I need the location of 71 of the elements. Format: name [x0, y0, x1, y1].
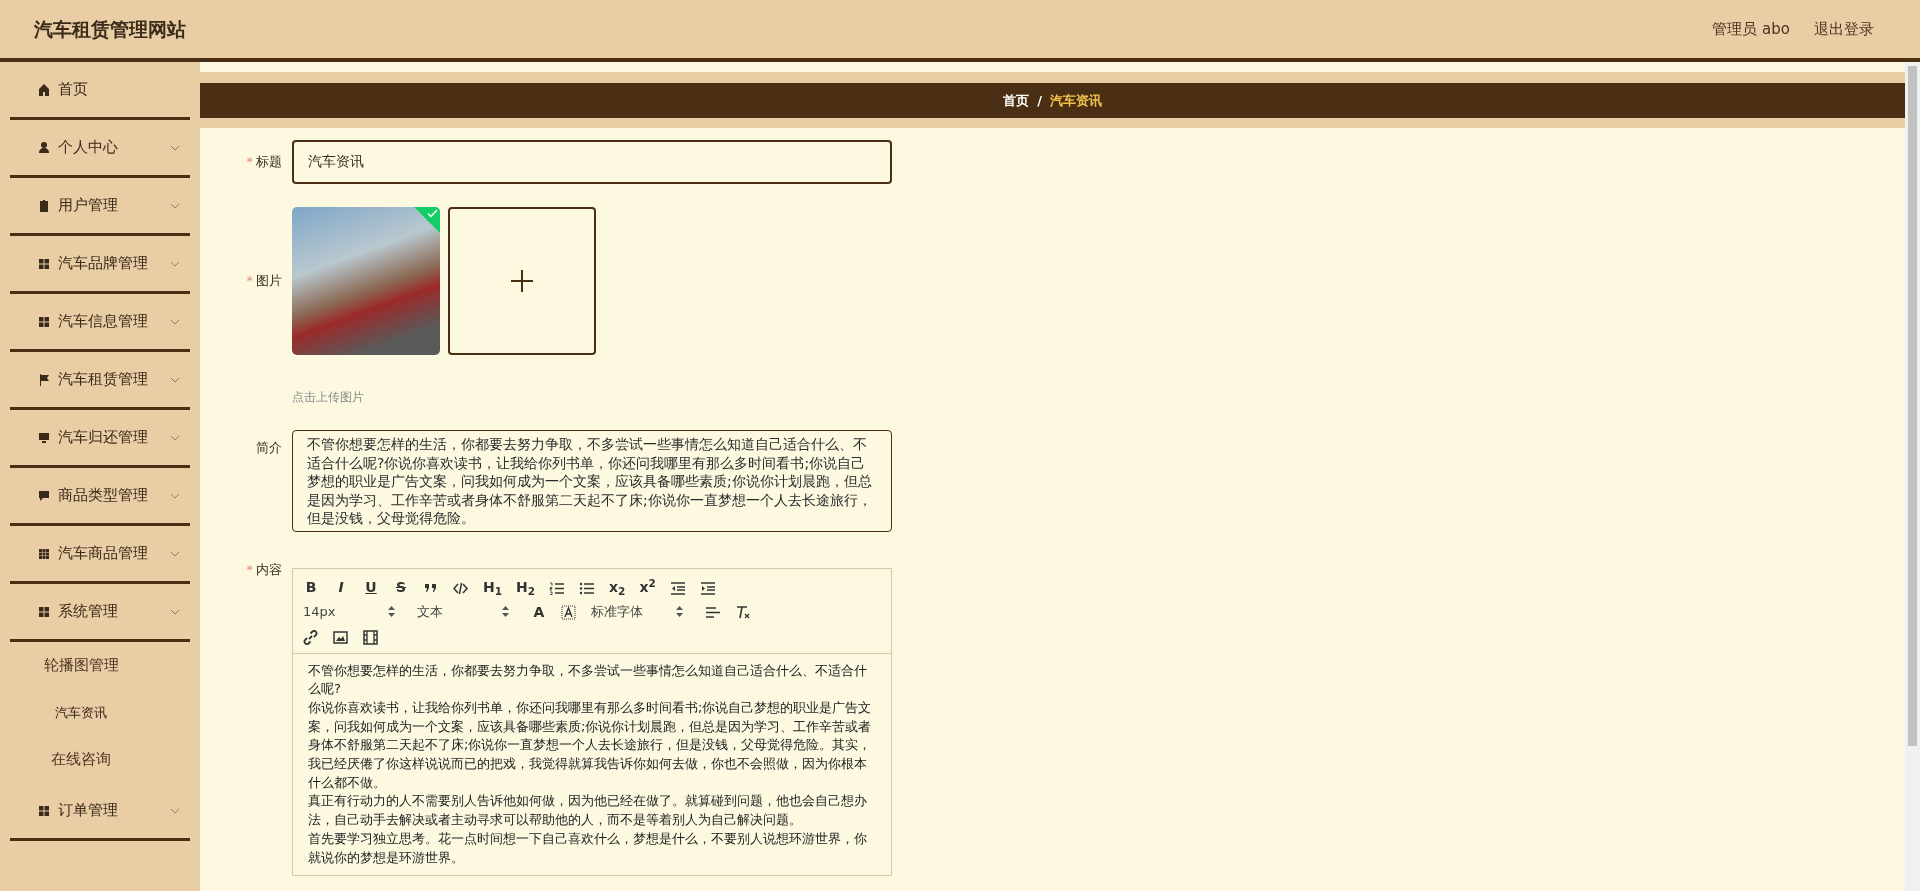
- paragraph: 真正有行动力的人不需要别人告诉他如何做，因为他已经在做了。就算碰到问题，他也会自己想办法，自己动手去解决或者主动寻求可以帮助他的人，而不是等着别人为自己解决问题。: [308, 792, 868, 830]
- format-button[interactable]: I: [333, 576, 349, 599]
- format-button[interactable]: H$_{2}$: [516, 576, 536, 599]
- format-button[interactable]: x$^{2}$: [639, 576, 656, 599]
- ordered-list-icon: [549, 580, 566, 596]
- sidebar-item[interactable]: 汽车信息管理: [10, 294, 190, 352]
- home-icon: [38, 82, 50, 97]
- title-field[interactable]: 汽车资讯: [292, 140, 892, 184]
- format-button[interactable]: H$_{1}$: [483, 576, 503, 599]
- sidebar-item[interactable]: 汽车归还管理: [10, 410, 190, 468]
- breadcrumb-separator: /: [1037, 91, 1042, 110]
- code-icon: [453, 580, 469, 596]
- paragraph: 不管你想要怎样的生活，你都要去努力争取，不多尝试一些事情怎么知道自己适合什么、不适合什么呢?: [308, 661, 868, 699]
- select-arrows-icon: [388, 605, 395, 617]
- highlight-icon: [561, 605, 577, 621]
- site-title: 汽车租赁管理网站: [34, 16, 186, 42]
- user-label: 管理员 abo: [1712, 18, 1790, 40]
- sidebar-item[interactable]: 商品类型管理: [10, 468, 190, 526]
- grid-icon: [38, 604, 50, 619]
- format-button[interactable]: B: [303, 576, 319, 599]
- submenu-item[interactable]: 在线咨询: [10, 736, 152, 783]
- link-icon: [303, 629, 319, 645]
- field-label: * 标题: [245, 153, 283, 172]
- outdent-icon: [669, 580, 686, 596]
- clear-format-icon: [735, 605, 751, 621]
- format-button[interactable]: S: [393, 576, 409, 599]
- sidebar-item[interactable]: 汽车品牌管理: [10, 236, 190, 294]
- monitor-icon: [38, 430, 50, 445]
- field-label: 简介: [255, 439, 283, 457]
- plus-icon: [510, 269, 534, 293]
- sidebar-item[interactable]: 系统管理: [10, 584, 190, 642]
- dropdown-select[interactable]: 文本: [417, 600, 517, 623]
- sidebar-item[interactable]: 首页: [10, 62, 190, 120]
- grid-icon: [38, 314, 50, 329]
- image-icon: [333, 629, 349, 645]
- sidebar-item[interactable]: 汽车商品管理: [10, 526, 190, 584]
- align-left-icon: [705, 605, 721, 621]
- paragraph: 首先要学习独立思考。花一点时间想一下自己喜欢什么，梦想是什么，不要别人说想环游世界，你就说你的梦想是环游世界。: [308, 829, 868, 867]
- sidebar-item[interactable]: 用户管理: [10, 178, 190, 236]
- grid-icon: [38, 803, 50, 818]
- sidebar-item[interactable]: 个人中心: [10, 120, 190, 178]
- grid-icon: [38, 256, 50, 271]
- check-icon: [427, 209, 438, 218]
- field-label: * 内容: [245, 561, 283, 579]
- select-arrows-icon: [676, 605, 683, 617]
- format-button[interactable]: U: [363, 576, 379, 599]
- logout-link[interactable]: 退出登录: [1814, 17, 1874, 41]
- field-label: * 图片: [245, 272, 283, 291]
- person-icon: [38, 140, 50, 155]
- select-arrows-icon: [502, 605, 509, 617]
- bullet-list-icon: [579, 580, 596, 596]
- dropdown-select[interactable]: 14px: [303, 600, 403, 623]
- sidebar-item[interactable]: 订单管理: [10, 783, 190, 841]
- upload-tile[interactable]: [448, 207, 596, 355]
- scrollbar[interactable]: [1905, 62, 1920, 891]
- format-button[interactable]: A: [531, 600, 547, 623]
- clipboard-icon: [38, 198, 50, 213]
- submenu-item[interactable]: 轮播图管理: [10, 642, 152, 689]
- chat-icon: [38, 488, 50, 503]
- video-icon: [363, 629, 379, 645]
- indent-icon: [699, 580, 716, 596]
- flag-icon: [38, 372, 50, 387]
- breadcrumb-link[interactable]: 首页: [1003, 90, 1030, 111]
- upload-hint: 点击上传图片: [292, 389, 364, 406]
- paragraph: 你说你喜欢读书，让我给你列书单，你还问我哪里有那么多时间看书;你说自己梦想的职业是广告文案，问我如何成为一个文案，应该具备哪些素质;你说你计划晨跑，但总是因为学习、工作辛苦或者身体不舒服第二天起不了床;你说你一直梦想一个人去长途旅行，但是没钱，父母觉得危险。其实，我已经厌倦了你这样说说而已的把戏，我觉得就算我告诉你如何去做，你也不会照做，因为你根本什么都不做。: [308, 698, 873, 792]
- dropdown-select[interactable]: 标准字体: [591, 600, 691, 623]
- summary-field[interactable]: 不管你想要怎样的生活，你都要去努力争取，不多尝试一些事情怎么知道自己适合什么、不适合什么呢?你说你喜欢读书，让我给你列书单，你还问我哪里有那么多时间看书;你说自己梦想的职业是广告文案，问我如何成为一个文案，应该具备哪些素质;你说你计划晨跑，但总是因为学习、工作辛苦或者身体不舒服第二天起不了床;你说你一直梦想一个人去长途旅行，但是没钱，父母觉得危险。: [292, 430, 892, 532]
- sidebar-item[interactable]: 汽车租赁管理: [10, 352, 190, 410]
- grid-icon: [38, 546, 50, 561]
- format-button[interactable]: x$_{2}$: [609, 576, 626, 599]
- submenu-item[interactable]: 汽车资讯: [10, 689, 152, 736]
